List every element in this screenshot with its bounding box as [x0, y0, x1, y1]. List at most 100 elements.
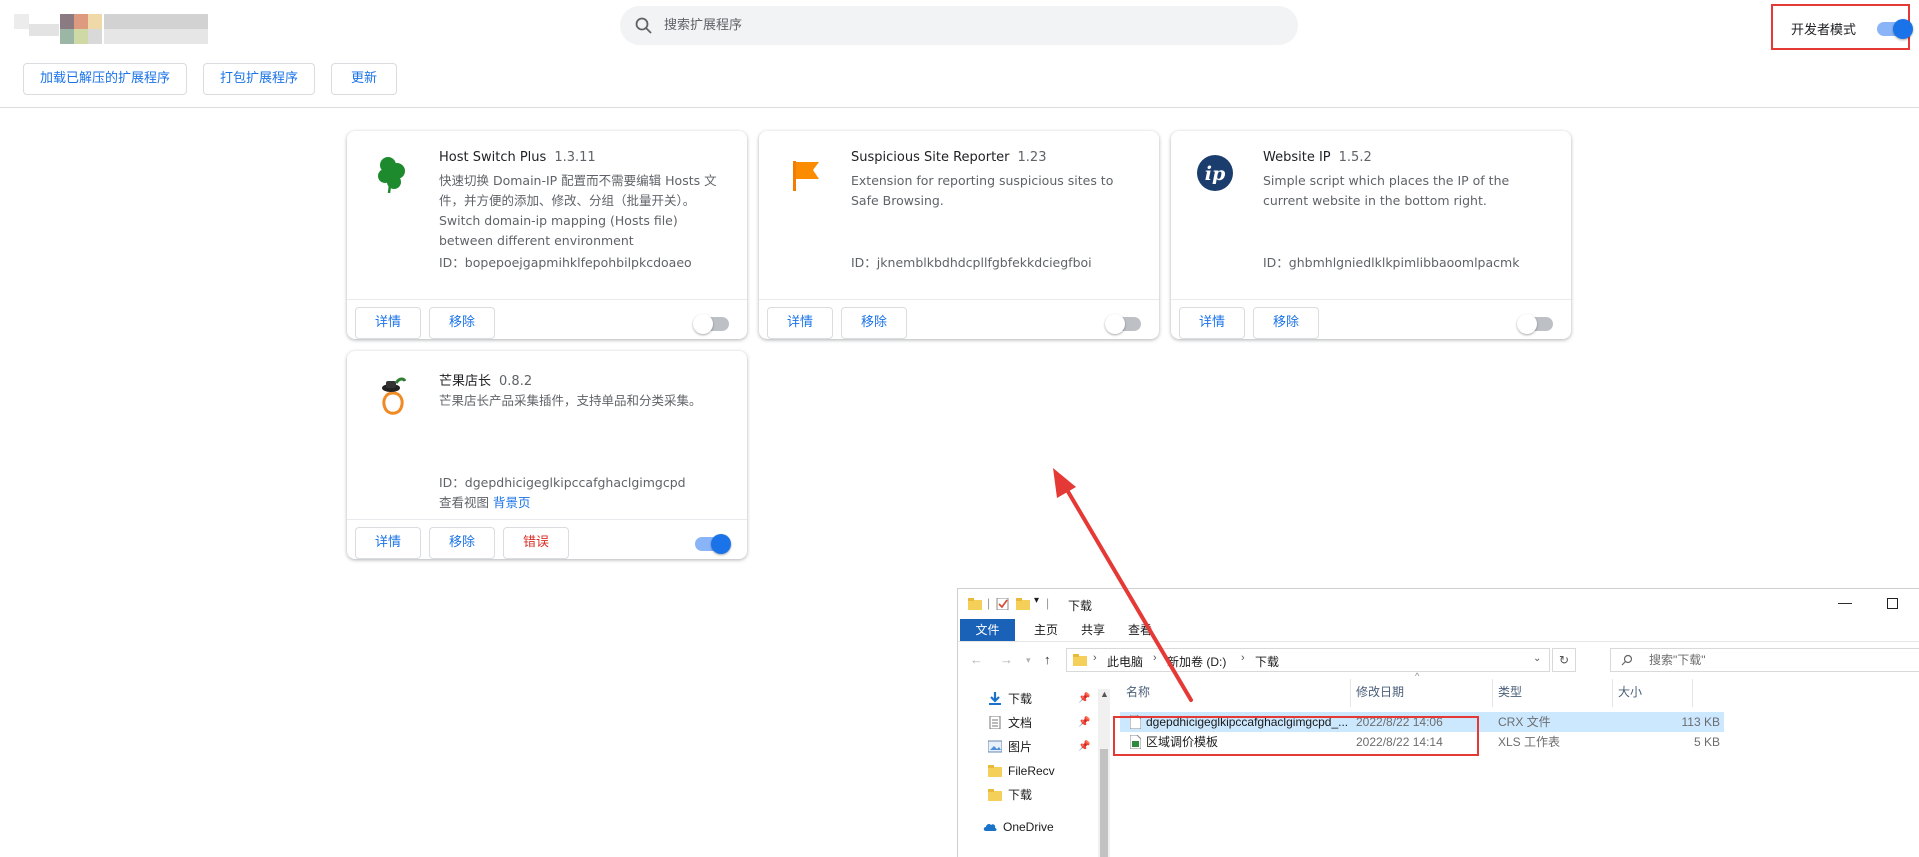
address-segment[interactable]: 此电脑 [1107, 653, 1143, 670]
remove-button[interactable]: 移除 [1253, 307, 1319, 339]
download-arrow-icon [989, 692, 1001, 705]
navigation-pane: 下载 📌 文档 📌 图片 📌 FileRecv 下载 OneDrive [958, 689, 1098, 857]
svg-text:ip: ip [1205, 163, 1226, 185]
extension-id: ID：bopepoejgapmihklfepohbilpkcdoaeo [439, 255, 692, 270]
column-header-type[interactable]: 类型 [1498, 683, 1522, 700]
nav-item-downloads[interactable]: 下载 📌 [988, 689, 1098, 709]
ip-icon: ip [1197, 155, 1233, 191]
mango-icon [382, 377, 407, 415]
extension-card-host-switch-plus: Host Switch Plus 1.3.11 快速切换 Domain-IP 配置… [347, 131, 747, 339]
search-extensions-box[interactable] [620, 6, 1298, 45]
document-icon [989, 716, 1001, 729]
scrollbar-thumb[interactable] [1100, 749, 1108, 857]
nav-item-filerecv[interactable]: FileRecv [988, 761, 1098, 781]
explorer-search-input[interactable] [1649, 649, 1909, 671]
minimize-button[interactable]: — [1838, 594, 1852, 610]
scroll-up-icon[interactable]: ▲ [1100, 689, 1109, 699]
chevron-right-icon: › [1153, 652, 1157, 664]
search-icon [1621, 654, 1633, 666]
up-arrow-icon[interactable]: ↑ [1044, 652, 1051, 667]
details-button[interactable]: 详情 [355, 307, 421, 339]
extension-enable-toggle[interactable] [1517, 314, 1553, 334]
column-header-name[interactable]: 名称 [1126, 683, 1150, 700]
pin-icon: 📌 [1078, 693, 1091, 704]
explorer-title: 下载 [1068, 599, 1093, 613]
file-date: 2022/8/22 14:06 [1356, 715, 1443, 729]
blurred-logo [14, 14, 208, 44]
pack-extension-button[interactable]: 打包扩展程序 [203, 63, 315, 95]
nav-item-documents[interactable]: 文档 📌 [988, 713, 1098, 733]
extension-version: 0.8.2 [499, 374, 533, 389]
column-header-size[interactable]: 大小 [1618, 683, 1642, 700]
chevron-right-icon: › [1093, 652, 1097, 664]
file-row[interactable]: dgepdhicigeglkipccafghaclgimgcpd_... 202… [1120, 712, 1724, 732]
file-list: ^ 名称 修改日期 类型 大小 dgepdhicigeglkipccafghac… [1118, 671, 1919, 857]
remove-button[interactable]: 移除 [429, 307, 495, 339]
details-button[interactable]: 详情 [1179, 307, 1245, 339]
file-name: dgepdhicigeglkipccafghaclgimgcpd_... [1146, 715, 1349, 729]
address-bar[interactable]: › 此电脑 › 新加卷 (D:) › 下载 ⌄ [1066, 648, 1550, 672]
extension-enable-toggle[interactable] [693, 314, 729, 334]
folder-icon [1073, 654, 1087, 666]
nav-item-downloads-folder[interactable]: 下载 [988, 785, 1098, 805]
ribbon-tab-home[interactable]: 主页 [1026, 619, 1066, 641]
extension-card-mango-store: 芒果店长 0.8.2 芒果店长产品采集插件，支持单品和分类采集。 ID：dgepd… [347, 351, 747, 559]
maximize-button[interactable] [1887, 598, 1898, 609]
card-footer: 详情 移除 错误 [347, 519, 747, 559]
extension-version: 1.3.11 [554, 150, 596, 165]
navigation-scrollbar[interactable]: ▲ [1098, 689, 1110, 857]
folder-icon [988, 765, 1002, 777]
explorer-ribbon: 文件 主页 共享 查看 [958, 619, 1919, 641]
forward-arrow-icon[interactable]: → [1000, 652, 1013, 667]
extension-description: 快速切换 Domain-IP 配置而不需要编辑 Hosts 文件，并方便的添加、… [439, 173, 717, 248]
details-button[interactable]: 详情 [355, 527, 421, 559]
extension-name: Suspicious Site Reporter 1.23 [851, 150, 1047, 165]
chrome-extensions-page: 开发者模式 加载已解压的扩展程序 打包扩展程序 更新 Host Switch P… [0, 0, 1919, 857]
background-page-link[interactable]: 背景页 [493, 495, 531, 510]
errors-button[interactable]: 错误 [503, 527, 569, 559]
file-row[interactable]: 区域调价模板 2022/8/22 14:14 XLS 工作表 5 KB [1120, 732, 1724, 752]
refresh-button[interactable]: ↻ [1552, 648, 1576, 672]
update-button[interactable]: 更新 [331, 63, 397, 95]
sort-caret-icon: ^ [1415, 671, 1420, 681]
card-footer: 详情 移除 [1171, 299, 1571, 339]
file-icon [1130, 715, 1141, 729]
address-segment[interactable]: 新加卷 (D:) [1167, 653, 1226, 670]
details-button[interactable]: 详情 [767, 307, 833, 339]
customize-toolbar-icon[interactable]: ▾ [1034, 595, 1039, 606]
extensions-header: 开发者模式 加载已解压的扩展程序 打包扩展程序 更新 [0, 0, 1919, 108]
chevron-down-icon[interactable]: ⌄ [1533, 653, 1541, 664]
address-segment[interactable]: 下载 [1255, 653, 1279, 670]
developer-mode-toggle[interactable] [1877, 19, 1913, 39]
extension-description: Extension for reporting suspicious sites… [851, 173, 1114, 208]
file-name: 区域调价模板 [1146, 735, 1219, 749]
extension-enable-toggle[interactable] [1105, 314, 1141, 334]
extension-id: ID：ghbmhlgniedlklkpimlibbaoomlpacmk [1263, 255, 1520, 270]
extension-description: 芒果店长产品采集插件，支持单品和分类采集。 [439, 393, 702, 408]
remove-button[interactable]: 移除 [429, 527, 495, 559]
flag-icon [793, 161, 819, 191]
remove-button[interactable]: 移除 [841, 307, 907, 339]
ribbon-tab-view[interactable]: 查看 [1120, 619, 1160, 641]
new-folder-icon [1016, 598, 1030, 610]
nav-item-pictures[interactable]: 图片 📌 [988, 737, 1098, 757]
recent-locations-icon[interactable]: ▾ [1026, 655, 1031, 666]
back-arrow-icon[interactable]: ← [970, 652, 983, 667]
ribbon-tab-share[interactable]: 共享 [1073, 619, 1113, 641]
extension-card-website-ip: ip Website IP 1.5.2 Simple script which p… [1171, 131, 1571, 339]
ribbon-tab-file[interactable]: 文件 [960, 619, 1015, 641]
extension-description: Simple script which places the IP of the… [1263, 173, 1510, 208]
column-header-date[interactable]: 修改日期 [1356, 683, 1404, 700]
load-unpacked-button[interactable]: 加载已解压的扩展程序 [23, 63, 187, 95]
pin-icon: 📌 [1078, 717, 1091, 728]
search-extensions-input[interactable] [664, 6, 1264, 45]
file-size: 5 KB [1693, 735, 1720, 749]
developer-mode-control: 开发者模式 [1771, 4, 1913, 50]
nav-item-onedrive[interactable]: OneDrive [983, 817, 1093, 837]
extension-name: 芒果店长 0.8.2 [439, 374, 533, 389]
explorer-search-box[interactable] [1610, 648, 1919, 672]
search-icon [635, 17, 652, 34]
extension-card-suspicious-site-reporter: Suspicious Site Reporter 1.23 Extension f… [759, 131, 1159, 339]
extension-enable-toggle[interactable] [695, 534, 731, 554]
extension-id: ID：dgepdhicigeglkipccafghaclgimgcpd [439, 475, 686, 490]
